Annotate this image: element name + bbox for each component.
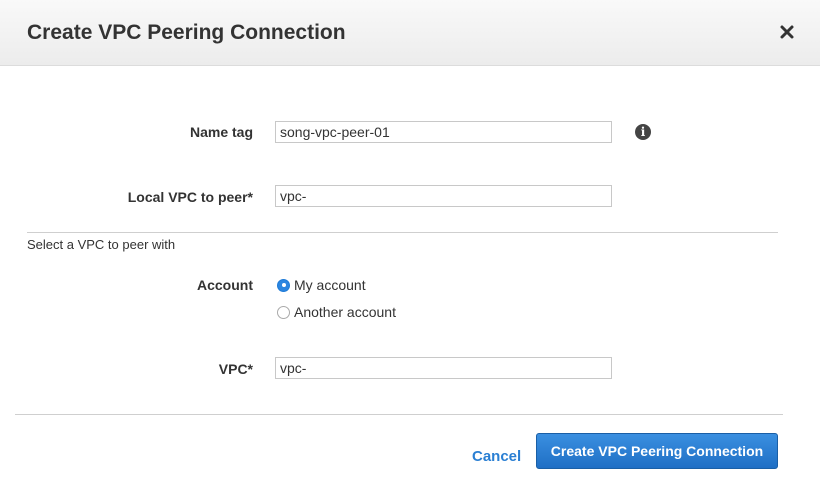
- radio-another-account-label: Another account: [294, 304, 396, 320]
- vpc-input[interactable]: [275, 357, 612, 379]
- section-divider: [27, 232, 778, 233]
- info-icon[interactable]: i: [635, 124, 651, 140]
- peer-section-heading: Select a VPC to peer with: [27, 237, 176, 252]
- footer-divider: [15, 414, 783, 415]
- local-vpc-label: Local VPC to peer*: [127, 189, 253, 205]
- radio-my-account-label: My account: [294, 277, 366, 293]
- radio-my-account[interactable]: My account: [277, 276, 366, 294]
- local-vpc-input[interactable]: [275, 185, 612, 207]
- dialog-header: Create VPC Peering Connection: [0, 0, 820, 66]
- radio-selected-indicator[interactable]: [277, 278, 290, 292]
- name-tag-label: Name tag: [189, 124, 253, 140]
- create-vpc-peering-button[interactable]: Create VPC Peering Connection: [536, 433, 778, 469]
- cancel-button[interactable]: Cancel: [472, 448, 521, 465]
- close-icon[interactable]: [778, 23, 796, 41]
- vpc-label: VPC*: [218, 361, 253, 377]
- dialog-title: Create VPC Peering Connection: [27, 21, 346, 44]
- radio-another-account[interactable]: Another account: [277, 303, 396, 321]
- radio-unselected-indicator[interactable]: [277, 305, 290, 319]
- name-tag-input[interactable]: [275, 121, 612, 143]
- account-label: Account: [197, 277, 253, 293]
